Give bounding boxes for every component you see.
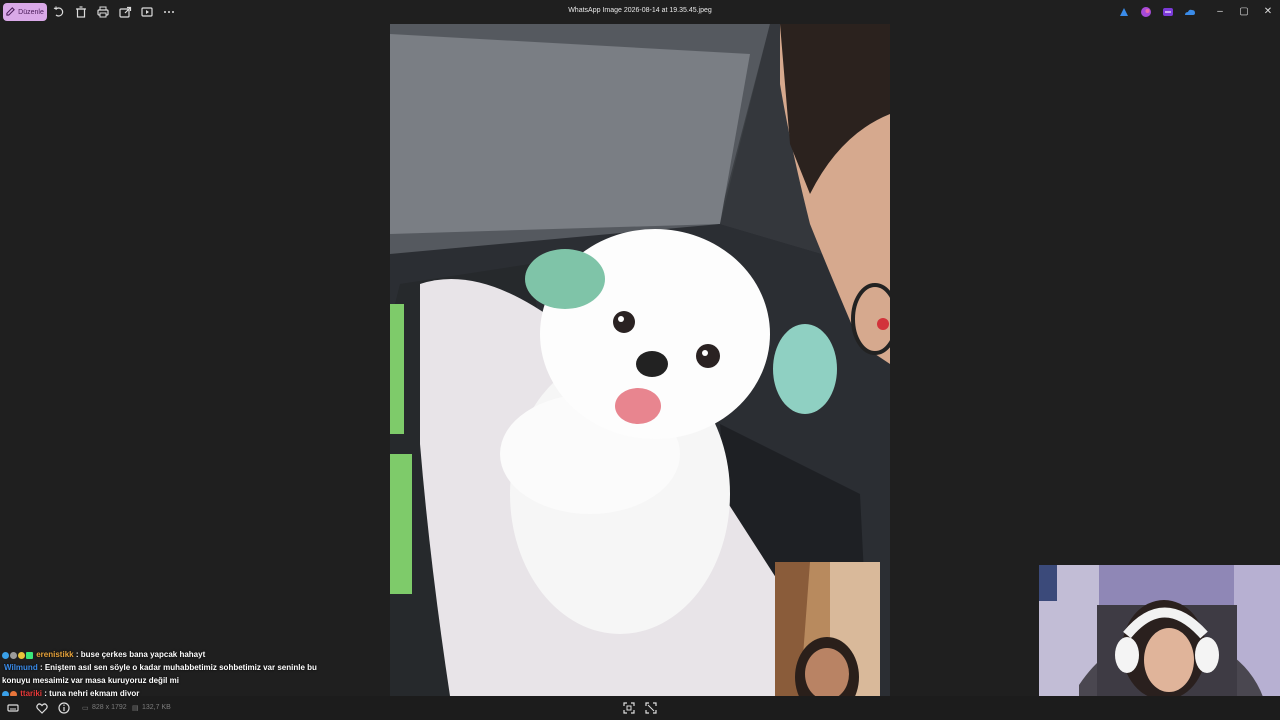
badge-icon bbox=[26, 651, 33, 659]
file-size: 132,7 KB bbox=[142, 704, 171, 711]
designer-icon[interactable] bbox=[1140, 6, 1152, 18]
copilot-icon[interactable] bbox=[1118, 6, 1130, 18]
badge-icon bbox=[10, 651, 17, 659]
video-call-inset bbox=[775, 562, 880, 696]
badge-icon bbox=[2, 651, 9, 659]
status-bar: ▭ 828 x 1792 ▤ 132,7 KB bbox=[0, 696, 1280, 720]
minimize-button[interactable]: – bbox=[1213, 5, 1227, 19]
actual-size-icon[interactable] bbox=[644, 701, 658, 715]
clipchamp-icon[interactable] bbox=[1162, 6, 1174, 18]
chat-badges bbox=[2, 648, 34, 661]
toolbar: Düzenle WhatsApp Image 2026-08-14 at 19.… bbox=[0, 0, 1280, 24]
file-size-icon: ▤ bbox=[132, 705, 139, 712]
badge-icon bbox=[18, 651, 25, 659]
photo-viewer-image bbox=[390, 24, 890, 696]
onedrive-icon[interactable] bbox=[1184, 6, 1196, 18]
chat-username[interactable]: Wilmund bbox=[4, 663, 38, 672]
chat-username[interactable]: erenistikk bbox=[36, 650, 73, 659]
image-dimensions-icon: ▭ bbox=[82, 705, 89, 712]
stream-chat: erenistikk : buse çerkes bana yapcak hah… bbox=[2, 648, 332, 701]
fit-to-window-icon[interactable] bbox=[622, 701, 636, 715]
filmstrip-icon[interactable] bbox=[6, 701, 20, 715]
close-button[interactable]: ✕ bbox=[1261, 5, 1275, 19]
favorite-icon[interactable] bbox=[35, 701, 49, 715]
maximize-button[interactable]: ▢ bbox=[1237, 5, 1251, 19]
chat-text: : Eniştem asıl sen söyle o kadar muhabbe… bbox=[39, 663, 317, 673]
chat-message-continuation: konuyu mesaimiz var masa kuruyoruz değil… bbox=[2, 676, 179, 686]
info-icon[interactable] bbox=[57, 701, 71, 715]
chat-message: erenistikk : buse çerkes bana yapcak hah… bbox=[2, 648, 332, 661]
chat-message: Wilmund : Eniştem asıl sen söyle o kadar… bbox=[2, 661, 332, 674]
image-dimensions: 828 x 1792 bbox=[92, 704, 127, 711]
chat-text: : buse çerkes bana yapcak hahayt bbox=[75, 650, 206, 659]
window-title: WhatsApp Image 2026-08-14 at 19.35.45.jp… bbox=[568, 7, 712, 14]
